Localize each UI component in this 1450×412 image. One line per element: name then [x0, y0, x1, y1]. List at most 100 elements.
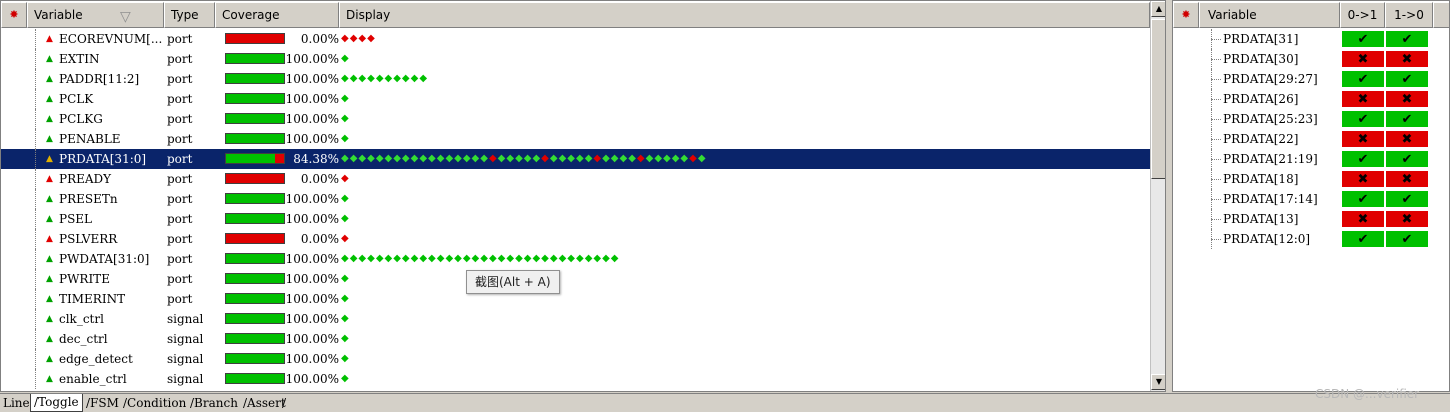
detail-variable-name: PRDATA[17:14] — [1223, 192, 1318, 206]
table-row[interactable]: ▲ PCLK port 100.00% ◆ — [1, 89, 1150, 109]
detail-variable-name: PRDATA[22] — [1223, 132, 1299, 146]
table-row[interactable]: ▲ TIMERINT port 100.00% ◆ — [1, 289, 1150, 309]
table-row[interactable]: ▲ PSLVERR port 0.00% ◆ — [1, 229, 1150, 249]
status-triangle-icon: ▲ — [46, 54, 53, 64]
vertical-scrollbar[interactable]: ▲ ▼ — [1150, 1, 1165, 391]
status-triangle-icon: ▲ — [46, 94, 53, 104]
variable-type: signal — [167, 312, 204, 326]
bug-icon[interactable]: ✸ — [1, 2, 27, 28]
table-row[interactable]: ▲ PWDATA[31:0] port 100.00% ◆◆◆◆◆◆◆◆◆◆◆◆◆◆◆◆… — [1, 249, 1150, 269]
toggle-diamond-icon: ◆ — [471, 153, 481, 164]
cross-icon: ✖ — [1385, 170, 1429, 188]
toggle-diamond-icon: ◆ — [367, 73, 376, 84]
table-row[interactable]: ▲ dec_ctrl signal 100.00% ◆ — [1, 329, 1150, 349]
table-row[interactable]: ▲ PRESETn port 100.00% ◆ — [1, 189, 1150, 209]
detail-variable-name: PRDATA[29:27] — [1223, 72, 1318, 86]
toggle-diamond-icon: ◆ — [462, 253, 472, 264]
detail-row[interactable]: PRDATA[21:19] ✔ ✔ — [1173, 149, 1449, 169]
detail-row[interactable]: PRDATA[26] ✖ ✖ — [1173, 89, 1449, 109]
tree-line — [35, 149, 36, 169]
table-row[interactable]: ▲ PREADY port 0.00% ◆ — [1, 169, 1150, 189]
toggle-diamond-icon: ◆ — [680, 153, 690, 164]
coverage-bar-fill — [226, 154, 275, 163]
table-row[interactable]: ▲ PWRITE port 100.00% ◆ — [1, 269, 1150, 289]
column-header-coverage[interactable]: Coverage — [215, 2, 339, 28]
detail-row[interactable]: PRDATA[30] ✖ ✖ — [1173, 49, 1449, 69]
detail-row[interactable]: PRDATA[31] ✔ ✔ — [1173, 29, 1449, 49]
toggle-diamond-icon: ◆ — [341, 293, 350, 304]
tree-line — [35, 129, 36, 149]
coverage-percent: 100.00% — [285, 132, 339, 146]
toggle-diamond-icon: ◆ — [567, 153, 576, 164]
column-header-display[interactable]: Display — [339, 2, 1150, 28]
toggle-diamond-icon: ◆ — [375, 153, 385, 164]
tab-branch[interactable]: /Branch — [187, 395, 241, 412]
scrollbar-thumb[interactable] — [1151, 19, 1165, 179]
detail-row[interactable]: PRDATA[17:14] ✔ ✔ — [1173, 189, 1449, 209]
coverage-bar-fill — [226, 194, 284, 203]
coverage-bar — [225, 73, 285, 84]
toggle-coverage-pane: ✸ Variable ▽ Type Coverage Display ▲ ECOR… — [0, 0, 1166, 392]
table-row[interactable]: ▲ clk_ctrl signal 100.00% ◆ — [1, 309, 1150, 329]
detail-variable-name: PRDATA[12:0] — [1223, 232, 1311, 246]
table-row[interactable]: ▲ PENABLE port 100.00% ◆ — [1, 129, 1150, 149]
cross-icon: ✖ — [1385, 90, 1429, 108]
scroll-down-icon[interactable]: ▼ — [1151, 374, 1165, 390]
table-row[interactable]: ▲ PADDR[11:2] port 100.00% ◆◆◆◆◆◆◆◆◆◆ — [1, 69, 1150, 89]
status-triangle-icon: ▲ — [46, 34, 53, 44]
tab-fsm[interactable]: /FSM — [83, 395, 122, 412]
variable-name: PRESETn — [59, 192, 118, 206]
detail-header-variable[interactable]: Variable — [1199, 2, 1340, 28]
toggle-diamond-icon: ◆ — [462, 153, 472, 164]
table-row[interactable]: ▲ PRDATA[31:0] port 84.38% ◆◆◆◆◆◆◆◆◆◆◆◆◆◆◆◆◆… — [1, 149, 1150, 169]
tree-line — [35, 49, 36, 69]
detail-row[interactable]: PRDATA[18] ✖ ✖ — [1173, 169, 1449, 189]
detail-row[interactable]: PRDATA[22] ✖ ✖ — [1173, 129, 1449, 149]
sort-descending-icon[interactable]: ▽ — [120, 5, 131, 29]
detail-row[interactable]: PRDATA[13] ✖ ✖ — [1173, 209, 1449, 229]
detail-header-rise[interactable]: 0->1 — [1340, 2, 1385, 28]
toggle-diamond-icon: ◆ — [341, 73, 350, 84]
status-triangle-icon: ▲ — [46, 194, 53, 204]
variable-name: clk_ctrl — [59, 312, 104, 326]
column-header-type[interactable]: Type — [164, 2, 215, 28]
toggle-detail-pane: ✸ Variable 0->1 1->0 PRDATA[31] ✔ ✔ PRDATA[… — [1172, 0, 1450, 392]
tab-toggle[interactable]: /Toggle — [30, 394, 83, 412]
detail-row[interactable]: PRDATA[25:23] ✔ ✔ — [1173, 109, 1449, 129]
toggle-diamond-icon: ◆ — [341, 273, 350, 284]
toggle-diamond-icon: ◆ — [541, 253, 550, 264]
table-row[interactable]: ▲ edge_detect signal 100.00% ◆ — [1, 349, 1150, 369]
variable-type: signal — [167, 352, 204, 366]
variable-type: port — [167, 272, 193, 286]
coverage-bar — [225, 253, 285, 264]
detail-row[interactable]: PRDATA[29:27] ✔ ✔ — [1173, 69, 1449, 89]
toggle-diamond-icon: ◆ — [341, 173, 350, 184]
table-row[interactable]: ▲ enable_ctrl signal 100.00% ◆ — [1, 369, 1150, 389]
coverage-bar — [225, 113, 285, 124]
check-icon: ✔ — [1385, 190, 1429, 208]
coverage-bar — [225, 273, 285, 284]
detail-header-fall[interactable]: 1->0 — [1385, 2, 1433, 28]
scroll-up-icon[interactable]: ▲ — [1151, 1, 1165, 17]
coverage-bar — [225, 233, 285, 244]
table-row[interactable]: ▲ PSEL port 100.00% ◆ — [1, 209, 1150, 229]
variable-type: port — [167, 52, 193, 66]
toggle-diamond-icon: ◆ — [636, 153, 646, 164]
table-row[interactable]: ▲ EXTIN port 100.00% ◆ — [1, 49, 1150, 69]
column-header-variable[interactable]: Variable ▽ — [27, 2, 164, 28]
toggle-diamond-icon: ◆ — [689, 153, 698, 164]
toggle-diamond-icon: ◆ — [541, 153, 550, 164]
tab-condition[interactable]: /Condition — [120, 395, 189, 412]
detail-row[interactable]: PRDATA[12:0] ✔ ✔ — [1173, 229, 1449, 249]
tab-line[interactable]: Line — [0, 395, 33, 412]
tree-branch — [1211, 159, 1221, 160]
coverage-bar-fill — [226, 354, 284, 363]
coverage-percent: 100.00% — [285, 52, 339, 66]
tree-branch — [1211, 219, 1221, 220]
toggle-diamond-icon: ◆ — [567, 253, 576, 264]
toggle-display: ◆◆◆◆◆◆◆◆◆◆◆◆◆◆◆◆◆◆◆◆◆◆◆◆◆◆◆◆◆◆◆◆◆◆◆◆◆◆◆◆… — [341, 149, 707, 169]
bug-icon[interactable]: ✸ — [1173, 2, 1199, 28]
tree-branch — [1211, 79, 1221, 80]
table-row[interactable]: ▲ ECOREVNUM[... port 0.00% ◆◆◆◆ — [1, 29, 1150, 49]
table-row[interactable]: ▲ PCLKG port 100.00% ◆ — [1, 109, 1150, 129]
